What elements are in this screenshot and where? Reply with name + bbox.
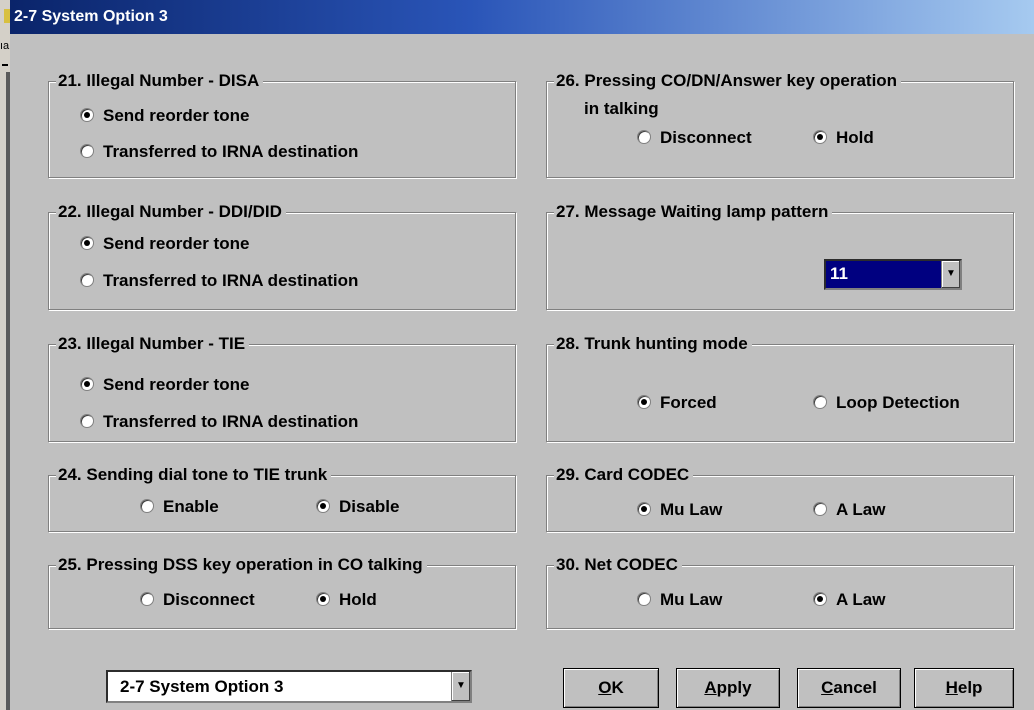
ok-hotkey: O bbox=[598, 678, 612, 697]
help-label: elp bbox=[957, 678, 983, 697]
radio-21-transferred-irna[interactable]: Transferred to IRNA destination bbox=[80, 142, 358, 162]
ok-button[interactable]: OK bbox=[563, 668, 659, 708]
radio-selected-icon bbox=[80, 108, 94, 122]
radio-23-transferred-irna[interactable]: Transferred to IRNA destination bbox=[80, 412, 358, 432]
radio-22-transferred-irna[interactable]: Transferred to IRNA destination bbox=[80, 271, 358, 291]
background-line bbox=[2, 64, 8, 66]
radio-30-a-law[interactable]: A Law bbox=[813, 590, 885, 610]
radio-23-send-reorder-tone[interactable]: Send reorder tone bbox=[80, 375, 249, 395]
radio-label: Loop Detection bbox=[836, 393, 960, 412]
background-scroll-edge bbox=[6, 72, 10, 710]
radio-label: Disconnect bbox=[660, 128, 752, 147]
group-26-frame bbox=[546, 81, 1014, 178]
radio-selected-icon bbox=[813, 130, 827, 144]
radio-unselected-icon bbox=[813, 395, 827, 409]
radio-28-loop-detection[interactable]: Loop Detection bbox=[813, 393, 960, 413]
radio-selected-icon bbox=[80, 236, 94, 250]
radio-label: Transferred to IRNA destination bbox=[103, 412, 359, 431]
group-25-title: 25. Pressing DSS key operation in CO tal… bbox=[56, 555, 427, 575]
radio-30-mu-law[interactable]: Mu Law bbox=[637, 590, 722, 610]
radio-label: Send reorder tone bbox=[103, 106, 250, 125]
window-title: 2-7 System Option 3 bbox=[14, 8, 168, 25]
group-26-title-line2: in talking bbox=[584, 99, 659, 119]
radio-unselected-icon bbox=[80, 273, 94, 287]
radio-selected-icon bbox=[80, 377, 94, 391]
radio-label: Enable bbox=[163, 497, 219, 516]
radio-unselected-icon bbox=[140, 499, 154, 513]
apply-label: pply bbox=[716, 678, 752, 697]
radio-unselected-icon bbox=[80, 144, 94, 158]
radio-label: Send reorder tone bbox=[103, 234, 250, 253]
ok-label: K bbox=[611, 678, 624, 697]
group-21-title: 21. Illegal Number - DISA bbox=[56, 71, 264, 91]
help-button[interactable]: Help bbox=[914, 668, 1014, 708]
lamp-pattern-value: 11 bbox=[830, 264, 848, 283]
page-select-value: 2-7 System Option 3 bbox=[120, 677, 284, 696]
radio-label: Forced bbox=[660, 393, 717, 412]
radio-24-disable[interactable]: Disable bbox=[316, 497, 399, 517]
cancel-label: ancel bbox=[833, 678, 877, 697]
apply-hotkey: A bbox=[704, 678, 717, 697]
radio-unselected-icon bbox=[637, 592, 651, 606]
radio-label: Hold bbox=[339, 590, 377, 609]
radio-24-enable[interactable]: Enable bbox=[140, 497, 219, 517]
radio-21-send-reorder-tone[interactable]: Send reorder tone bbox=[80, 106, 249, 126]
page-select[interactable]: 2-7 System Option 3 ▼ bbox=[106, 670, 472, 703]
radio-label: A Law bbox=[836, 500, 886, 519]
radio-22-send-reorder-tone[interactable]: Send reorder tone bbox=[80, 234, 249, 254]
group-29-title: 29. Card CODEC bbox=[554, 465, 694, 485]
radio-selected-icon bbox=[637, 502, 651, 516]
group-22-title: 22. Illegal Number - DDI/DID bbox=[56, 202, 286, 222]
radio-26-hold[interactable]: Hold bbox=[813, 128, 874, 148]
cancel-hotkey: C bbox=[821, 678, 834, 697]
radio-25-hold[interactable]: Hold bbox=[316, 590, 377, 610]
radio-selected-icon bbox=[316, 499, 330, 513]
group-24-title: 24. Sending dial tone to TIE trunk bbox=[56, 465, 332, 485]
radio-unselected-icon bbox=[637, 130, 651, 144]
radio-unselected-icon bbox=[80, 414, 94, 428]
radio-label: Send reorder tone bbox=[103, 375, 250, 394]
group-21-frame bbox=[48, 81, 516, 178]
group-28-title: 28. Trunk hunting mode bbox=[554, 334, 752, 354]
group-26-title: 26. Pressing CO/DN/Answer key operation bbox=[554, 71, 902, 91]
window-icon bbox=[4, 9, 10, 23]
radio-label: Disable bbox=[339, 497, 400, 516]
radio-selected-icon bbox=[316, 592, 330, 606]
radio-29-mu-law[interactable]: Mu Law bbox=[637, 500, 722, 520]
group-23-title: 23. Illegal Number - TIE bbox=[56, 334, 250, 354]
dropdown-arrow-icon[interactable]: ▼ bbox=[451, 672, 470, 701]
radio-label: Disconnect bbox=[163, 590, 255, 609]
lamp-pattern-select[interactable]: 11 ▼ bbox=[824, 259, 962, 290]
background-text-fragment: ıa bbox=[0, 40, 10, 52]
radio-selected-icon bbox=[637, 395, 651, 409]
radio-label: Hold bbox=[836, 128, 874, 147]
radio-label: Mu Law bbox=[660, 590, 723, 609]
radio-selected-icon bbox=[813, 592, 827, 606]
radio-28-forced[interactable]: Forced bbox=[637, 393, 717, 413]
background-window-edge: ıa bbox=[0, 0, 10, 710]
radio-label: Mu Law bbox=[660, 500, 723, 519]
radio-29-a-law[interactable]: A Law bbox=[813, 500, 885, 520]
help-hotkey: H bbox=[945, 678, 958, 697]
radio-26-disconnect[interactable]: Disconnect bbox=[637, 128, 752, 148]
group-30-title: 30. Net CODEC bbox=[554, 555, 682, 575]
radio-unselected-icon bbox=[813, 502, 827, 516]
cancel-button[interactable]: Cancel bbox=[797, 668, 901, 708]
radio-unselected-icon bbox=[140, 592, 154, 606]
dropdown-arrow-icon[interactable]: ▼ bbox=[941, 261, 960, 288]
radio-label: Transferred to IRNA destination bbox=[103, 271, 359, 290]
apply-button[interactable]: Apply bbox=[676, 668, 780, 708]
radio-25-disconnect[interactable]: Disconnect bbox=[140, 590, 255, 610]
group-27-title: 27. Message Waiting lamp pattern bbox=[554, 202, 833, 222]
radio-label: Transferred to IRNA destination bbox=[103, 142, 359, 161]
group-22-frame bbox=[48, 212, 516, 310]
title-bar[interactable]: 2-7 System Option 3 bbox=[4, 0, 1034, 34]
radio-label: A Law bbox=[836, 590, 886, 609]
